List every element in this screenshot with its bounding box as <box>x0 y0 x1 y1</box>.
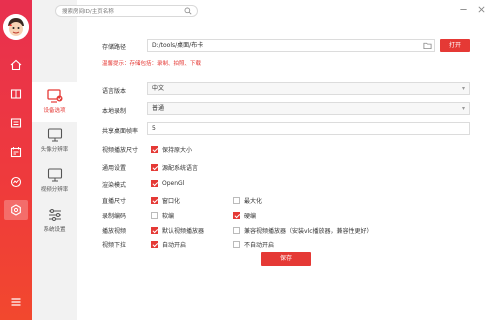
general-label: 通用设置 <box>102 165 127 172</box>
share-fps-input[interactable]: 5 <box>147 122 470 135</box>
storage-tip: 温馨提示：存储包括：录制、拍照、下载 <box>102 61 202 67</box>
render-mode-option[interactable]: OpenGl <box>151 180 184 187</box>
record-codec-option-label: 硬编 <box>244 213 257 220</box>
video-download-option-auto[interactable]: 自动开启 <box>151 240 186 249</box>
video-size-option[interactable]: 保持原大小 <box>151 145 192 154</box>
record-codec-option-hardware[interactable]: 硬编 <box>233 211 256 220</box>
play-video-option-label: 兼容视频播放器（安装vlc播放器，兼容性更好） <box>244 228 373 235</box>
open-folder-button[interactable]: 打开 <box>440 39 470 52</box>
checkbox-unchecked[interactable] <box>233 241 240 248</box>
analytics-icon[interactable] <box>8 174 24 190</box>
minimize-icon[interactable] <box>459 5 468 14</box>
close-icon[interactable] <box>477 5 486 14</box>
video-download-option-label: 不自动开启 <box>244 242 275 249</box>
checkbox-checked[interactable] <box>151 164 158 171</box>
play-video-option-default[interactable]: 默认视频播放器 <box>151 226 204 235</box>
general-option[interactable]: 源配系统语言 <box>151 163 198 172</box>
checkbox-checked[interactable] <box>151 146 158 153</box>
storage-path-label: 存储路径 <box>102 44 127 51</box>
calendar-icon[interactable] <box>8 144 24 160</box>
save-button[interactable]: 保存 <box>261 252 311 266</box>
list-icon[interactable] <box>8 115 24 131</box>
live-size-option-label: 窗口化 <box>162 198 181 205</box>
monitor-icon <box>47 168 62 182</box>
search-bar <box>55 5 198 17</box>
video-download-option-label: 自动开启 <box>162 242 187 249</box>
play-video-option-compatible[interactable]: 兼容视频播放器（安装vlc播放器，兼容性更好） <box>233 226 373 235</box>
checkbox-checked[interactable] <box>233 212 240 219</box>
language-select[interactable]: 中文 ▾ <box>147 82 470 95</box>
storage-path-field[interactable]: D:/tools/桌面/布卡 <box>147 39 435 52</box>
checkbox-checked[interactable] <box>151 197 158 204</box>
general-option-label: 源配系统语言 <box>162 165 199 172</box>
checkbox-checked[interactable] <box>151 180 158 187</box>
dropdown-arrow-icon: ▾ <box>461 85 465 92</box>
render-mode-label: 渲染模式 <box>102 182 127 189</box>
search-icon[interactable] <box>184 7 192 15</box>
avatar-logo[interactable] <box>3 14 29 40</box>
dropdown-arrow-icon: ▾ <box>461 105 465 112</box>
settings-sidebar: 设备选项 头像分辨率 视频分辨率 系统设置 <box>32 0 77 320</box>
monitor-check-icon <box>46 89 62 103</box>
video-size-label: 视频播放尺寸 <box>102 147 139 154</box>
live-size-option-maximized[interactable]: 最大化 <box>233 196 262 205</box>
menu-icon[interactable] <box>8 294 24 310</box>
share-fps-label: 共享桌面帧率 <box>102 128 139 135</box>
checkbox-unchecked[interactable] <box>151 212 158 219</box>
local-record-label: 本地录制 <box>102 108 127 115</box>
local-record-value: 普通 <box>152 105 165 112</box>
sliders-icon <box>48 209 61 221</box>
checkbox-checked[interactable] <box>151 241 158 248</box>
record-codec-option-label: 软编 <box>162 213 175 220</box>
sidebar-item-system-settings[interactable]: 系统设置 <box>32 204 77 244</box>
live-size-option-windowed[interactable]: 窗口化 <box>151 196 180 205</box>
sidebar-item-label: 设备选项 <box>43 108 66 114</box>
monitor-icon <box>47 128 62 142</box>
storage-path-value: D:/tools/桌面/布卡 <box>152 42 204 49</box>
play-video-label: 播放视频 <box>102 228 127 235</box>
video-size-option-label: 保持原大小 <box>162 147 193 154</box>
search-input[interactable] <box>62 7 180 16</box>
sidebar-item-avatar-resolution[interactable]: 头像分辨率 <box>32 124 77 164</box>
settings-icon[interactable] <box>4 200 28 220</box>
home-icon[interactable] <box>8 57 24 73</box>
share-fps-value: 5 <box>152 125 156 132</box>
checkbox-unchecked[interactable] <box>233 197 240 204</box>
live-size-option-label: 最大化 <box>244 198 263 205</box>
folder-icon[interactable] <box>423 41 432 50</box>
checkbox-unchecked[interactable] <box>233 227 240 234</box>
play-video-option-label: 默认视频播放器 <box>162 228 205 235</box>
left-rail <box>0 0 32 320</box>
render-mode-option-label: OpenGl <box>162 180 185 187</box>
live-size-label: 直播尺寸 <box>102 198 127 205</box>
language-label: 语言版本 <box>102 88 127 95</box>
book-icon[interactable] <box>8 86 24 102</box>
record-codec-label: 录制编码 <box>102 213 127 220</box>
sidebar-item-label: 系统设置 <box>43 227 66 233</box>
checkbox-checked[interactable] <box>151 227 158 234</box>
app-window: 设备选项 头像分辨率 视频分辨率 系统设置 搜索房间ID/主页名称 存储路径 D… <box>0 0 500 320</box>
sidebar-item-device[interactable]: 设备选项 <box>32 82 77 122</box>
record-codec-option-software[interactable]: 软编 <box>151 211 174 220</box>
local-record-select[interactable]: 普通 ▾ <box>147 102 470 115</box>
sidebar-item-label: 头像分辨率 <box>40 147 69 153</box>
video-download-label: 视频下拉 <box>102 242 127 249</box>
video-download-option-manual[interactable]: 不自动开启 <box>233 240 274 249</box>
sidebar-item-label: 视频分辨率 <box>40 187 69 193</box>
sidebar-item-video-resolution[interactable]: 视频分辨率 <box>32 164 77 204</box>
language-value: 中文 <box>152 85 165 92</box>
